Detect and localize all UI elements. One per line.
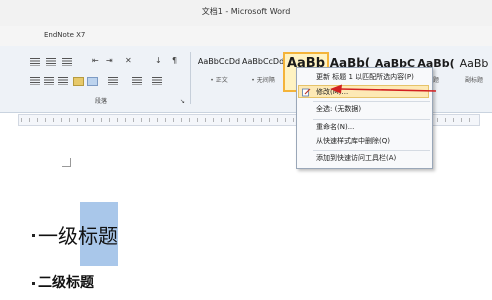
style-subtitle[interactable]: AaBb 副标题	[456, 52, 492, 90]
chinese-layout-icon[interactable]: ✕	[125, 56, 132, 66]
dialog-launcher-icon[interactable]: ↘	[180, 97, 185, 107]
menu-item-update-style[interactable]: 更新 标题 1 以匹配所选内容(P)	[298, 71, 429, 84]
window-title: 文档1 - Microsoft Word	[201, 7, 291, 16]
page-corner-mark	[62, 158, 71, 167]
menu-item-rename[interactable]: 重命名(N)...	[298, 121, 429, 134]
style-name: • 无间隔	[251, 77, 275, 84]
menu-item-remove-from-gallery[interactable]: 从快速样式库中删除(Q)	[298, 135, 429, 148]
bullets-icon[interactable]	[30, 58, 40, 66]
distribute-icon[interactable]	[87, 77, 98, 86]
show-marks-icon[interactable]: ¶	[172, 56, 177, 66]
menu-item-label: 添加到快速访问工具栏(A)	[316, 154, 397, 162]
style-no-spacing[interactable]: AaBbCcDd • 无间隔	[241, 52, 285, 90]
menu-item-label: 全选: (无数据)	[316, 105, 362, 113]
menu-separator	[313, 101, 430, 102]
borders-icon[interactable]	[152, 77, 162, 85]
heading2-text[interactable]: 二级标题	[38, 272, 94, 292]
sort-icon[interactable]: ↓	[155, 56, 162, 66]
style-sample: AaBb	[459, 57, 489, 70]
menu-item-label: 重命名(N)...	[316, 123, 355, 131]
menu-item-add-to-qat[interactable]: 添加到快速访问工具栏(A)	[298, 152, 429, 165]
heading2-bullet	[32, 282, 35, 285]
annotation-arrow	[330, 84, 437, 94]
menu-separator	[313, 119, 430, 120]
style-normal[interactable]: AaBbCcDd • 正文	[195, 52, 243, 90]
menu-item-select-all[interactable]: 全选: (无数据)	[298, 103, 429, 116]
numbering-icon[interactable]	[46, 58, 56, 66]
tab-endnote[interactable]: EndNote X7	[44, 31, 85, 39]
style-name: 副标题	[464, 77, 483, 84]
heading1-text[interactable]: 一级标题	[38, 220, 118, 249]
menu-item-label: 更新 标题 1 以匹配所选内容(P)	[316, 73, 414, 81]
paragraph-group-label: 段落	[95, 98, 108, 105]
line-spacing-icon[interactable]	[108, 77, 118, 85]
increase-indent-icon[interactable]: ⇥	[106, 56, 113, 66]
ribbon-tab-row: EndNote X7	[0, 26, 492, 46]
heading1-bullet	[32, 234, 35, 237]
ribbon-divider	[190, 52, 191, 104]
style-context-menu: 更新 标题 1 以匹配所选内容(P) 修改(M)... 全选: (无数据) 重命…	[296, 67, 433, 169]
align-left-icon[interactable]	[30, 77, 40, 85]
shading-icon[interactable]	[132, 77, 142, 85]
justify-icon[interactable]	[73, 77, 84, 86]
menu-separator	[313, 150, 430, 151]
style-sample: AaBbCcDd	[242, 57, 285, 66]
title-bar: 文档1 - Microsoft Word	[0, 0, 492, 26]
multilevel-list-icon[interactable]	[62, 58, 72, 66]
modify-style-icon	[302, 88, 311, 97]
align-right-icon[interactable]	[58, 77, 68, 85]
decrease-indent-icon[interactable]: ⇤	[92, 56, 99, 66]
style-sample: AaBbCcDd	[197, 57, 241, 66]
style-name: • 正文	[210, 77, 228, 84]
menu-item-label: 从快速样式库中删除(Q)	[316, 137, 390, 145]
align-center-icon[interactable]	[44, 77, 54, 85]
